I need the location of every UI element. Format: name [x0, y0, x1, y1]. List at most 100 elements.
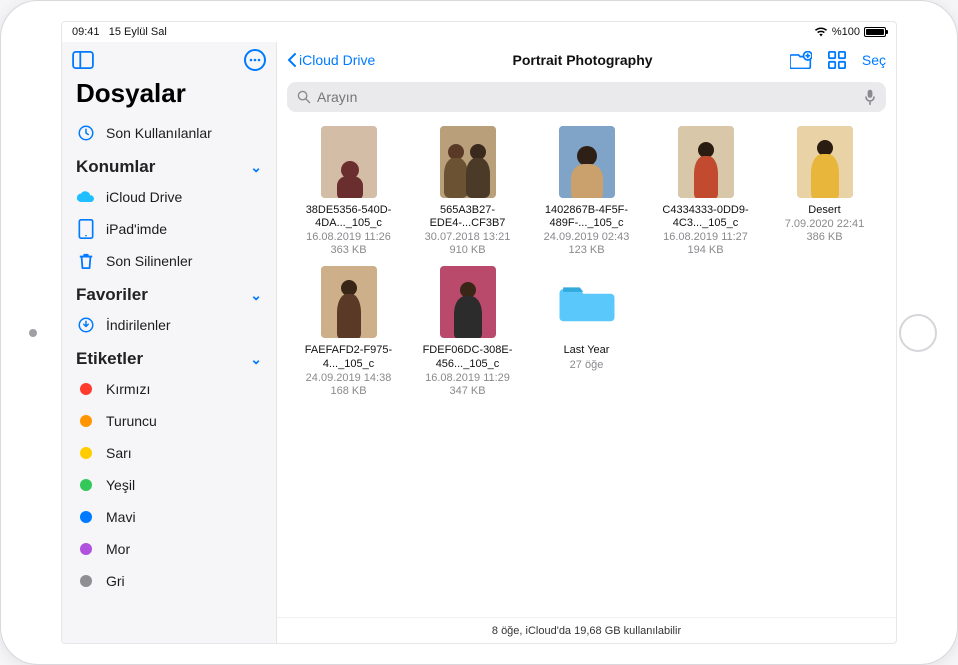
tag-color-dot: [76, 443, 96, 463]
folder-icon: [559, 266, 615, 338]
file-thumbnail: [321, 266, 377, 338]
back-button[interactable]: iCloud Drive: [287, 52, 375, 68]
search-icon: [297, 90, 311, 104]
cloud-icon: [76, 187, 96, 207]
file-size: 123 KB: [568, 244, 604, 256]
more-options-icon[interactable]: [244, 49, 266, 71]
file-date: 16.08.2019 11:26: [306, 231, 391, 243]
file-name: C4334333-0DD9-4C3..._105_c: [656, 204, 756, 230]
sidebar-toggle-icon[interactable]: [72, 49, 94, 71]
trash-icon: [76, 251, 96, 271]
select-button[interactable]: Seç: [862, 52, 886, 68]
status-date: 15 Eylül Sal: [109, 26, 167, 38]
file-item[interactable]: 38DE5356-540D-4DA..._105_c16.08.2019 11:…: [293, 126, 404, 256]
section-favorites-header[interactable]: Favoriler ⌄: [62, 277, 276, 309]
file-item[interactable]: C4334333-0DD9-4C3..._105_c16.08.2019 11:…: [650, 126, 761, 256]
section-locations-header[interactable]: Konumlar ⌄: [62, 149, 276, 181]
file-item[interactable]: 565A3B27-EDE4-...CF3B730.07.2018 13:2191…: [412, 126, 523, 256]
battery-icon: [864, 27, 886, 37]
sidebar-tag-item[interactable]: Yeşil: [62, 469, 276, 501]
section-tags-header[interactable]: Etiketler ⌄: [62, 341, 276, 373]
file-thumbnail: [678, 126, 734, 198]
tags-list: Kırmızı Turuncu Sarı Yeşil Mavi Mor Gri: [62, 373, 276, 597]
sidebar-item-downloads[interactable]: İndirilenler: [62, 309, 276, 341]
sidebar-item-label: Mavi: [106, 509, 136, 525]
file-item[interactable]: 1402867B-4F5F-489F-..._105_c24.09.2019 0…: [531, 126, 642, 256]
sidebar-item-label: Sarı: [106, 445, 132, 461]
file-date: 30.07.2018 13:21: [425, 231, 511, 243]
view-mode-icon[interactable]: [828, 51, 846, 69]
sidebar-item-recently-deleted[interactable]: Son Silinenler: [62, 245, 276, 277]
chevron-down-icon: ⌄: [250, 287, 262, 304]
sidebar-tag-item[interactable]: Mavi: [62, 501, 276, 533]
sidebar-title: Dosyalar: [62, 78, 276, 117]
home-button[interactable]: [899, 314, 937, 352]
chevron-down-icon: ⌄: [250, 351, 262, 368]
toolbar-right: Seç: [790, 51, 886, 69]
file-date: 16.08.2019 11:29: [425, 372, 510, 384]
file-date: 27 öğe: [570, 359, 604, 371]
status-time: 09:41: [72, 26, 100, 38]
sidebar-tag-item[interactable]: Gri: [62, 565, 276, 597]
sidebar-item-label: Son Kullanılanlar: [106, 125, 212, 141]
folder-item[interactable]: Last Year27 öğe: [531, 266, 642, 396]
section-locations-title: Konumlar: [76, 157, 155, 177]
ipad-frame: 09:41 15 Eylül Sal %100: [0, 0, 958, 665]
main-toolbar: iCloud Drive Portrait Photography Seç: [277, 42, 896, 78]
main: iCloud Drive Portrait Photography Seç: [277, 42, 896, 643]
file-thumbnail: [440, 266, 496, 338]
sidebar-tag-item[interactable]: Sarı: [62, 437, 276, 469]
file-item[interactable]: Desert7.09.2020 22:41386 KB: [769, 126, 880, 256]
file-size: 347 KB: [449, 385, 485, 397]
sidebar-item-recent[interactable]: Son Kullanılanlar: [62, 117, 276, 149]
files-grid[interactable]: 38DE5356-540D-4DA..._105_c16.08.2019 11:…: [277, 120, 896, 617]
file-date: 24.09.2019 02:43: [544, 231, 630, 243]
status-bar: 09:41 15 Eylül Sal %100: [62, 22, 896, 42]
file-date: 24.09.2019 14:38: [306, 372, 392, 384]
chevron-left-icon: [287, 53, 297, 67]
tag-color-dot: [76, 379, 96, 399]
file-item[interactable]: FAEFAFD2-F975-4..._105_c24.09.2019 14:38…: [293, 266, 404, 396]
file-date: 7.09.2020 22:41: [785, 218, 865, 230]
file-thumbnail: [321, 126, 377, 198]
file-size: 910 KB: [449, 244, 485, 256]
sidebar-tag-item[interactable]: Kırmızı: [62, 373, 276, 405]
clock-icon: [76, 123, 96, 143]
file-name: 565A3B27-EDE4-...CF3B7: [418, 204, 518, 230]
sidebar-item-icloud-drive[interactable]: iCloud Drive: [62, 181, 276, 213]
search-field[interactable]: [287, 82, 886, 112]
file-name: 1402867B-4F5F-489F-..._105_c: [537, 204, 637, 230]
sidebar: Dosyalar Son Kullanılanlar Konumlar ⌄: [62, 42, 277, 643]
new-folder-icon[interactable]: [790, 51, 812, 69]
chevron-down-icon: ⌄: [250, 159, 262, 176]
file-item[interactable]: FDEF06DC-308E-456..._105_c 16.08.2019 11:…: [412, 266, 523, 396]
sidebar-item-label: Mor: [106, 541, 130, 557]
status-right: %100: [814, 26, 886, 38]
sidebar-tag-item[interactable]: Turuncu: [62, 405, 276, 437]
file-thumbnail: [559, 126, 615, 198]
sidebar-item-on-ipad[interactable]: iPad'imde: [62, 213, 276, 245]
sidebar-item-label: iCloud Drive: [106, 189, 182, 205]
mic-icon[interactable]: [864, 89, 876, 105]
file-name: FDEF06DC-308E-456..._105_c: [418, 344, 518, 370]
sidebar-item-label: İndirilenler: [106, 317, 171, 333]
file-date: 16.08.2019 11:27: [663, 231, 748, 243]
download-icon: [76, 315, 96, 335]
tag-color-dot: [76, 475, 96, 495]
search-row: [277, 78, 896, 120]
file-size: 168 KB: [330, 385, 366, 397]
ipad-icon: [76, 219, 96, 239]
battery-percent: %100: [832, 26, 860, 38]
footer-status: 8 öğe, iCloud'da 19,68 GB kullanılabilir: [277, 617, 896, 643]
search-input[interactable]: [317, 89, 858, 105]
tag-color-dot: [76, 507, 96, 527]
screen: 09:41 15 Eylül Sal %100: [61, 21, 897, 644]
wifi-icon: [814, 27, 828, 37]
file-size: 386 KB: [806, 231, 842, 243]
file-name: Desert: [808, 204, 840, 217]
sidebar-item-label: Yeşil: [106, 477, 135, 493]
sidebar-tag-item[interactable]: Mor: [62, 533, 276, 565]
back-label: iCloud Drive: [299, 52, 375, 68]
sidebar-item-label: Turuncu: [106, 413, 157, 429]
status-left: 09:41 15 Eylül Sal: [72, 26, 167, 38]
